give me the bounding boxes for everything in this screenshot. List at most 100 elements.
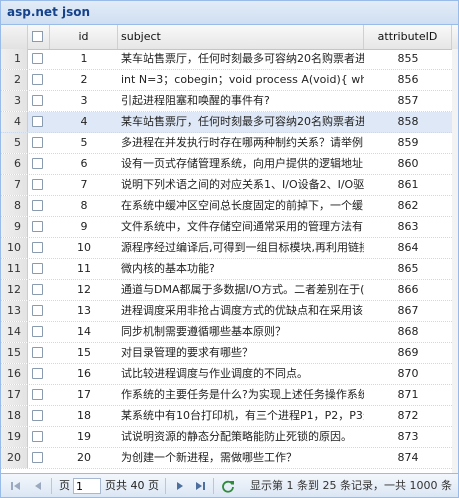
row-select-cell[interactable] — [28, 196, 50, 216]
table-row[interactable]: 16 16 试比较进程调度与作业调度的不同点。 870 — [1, 364, 458, 385]
row-number: 7 — [1, 175, 28, 195]
row-select-cell[interactable] — [28, 91, 50, 111]
row-checkbox[interactable] — [32, 95, 43, 106]
column-header-attributeid[interactable]: attributeID — [364, 25, 452, 49]
cell-id: 5 — [80, 136, 88, 149]
column-header-subject[interactable]: subject — [118, 25, 364, 49]
row-checkbox[interactable] — [32, 137, 43, 148]
row-number: 1 — [1, 49, 28, 69]
pager-separator — [51, 478, 52, 494]
row-checkbox[interactable] — [32, 368, 43, 379]
table-row[interactable]: 12 12 通道与DMA都属于多数据I/O方式。二者差别在于(866 — [1, 280, 458, 301]
row-select-cell[interactable] — [28, 154, 50, 174]
table-row[interactable]: 10 10 源程序经过编译后,可得到一组目标模块,再利用链接 864 — [1, 238, 458, 259]
select-all-header[interactable] — [28, 25, 50, 49]
table-row[interactable]: 19 19 试说明资源的静态分配策略能防止死锁的原因。 873 — [1, 427, 458, 448]
cell-attributeid: 860 — [397, 157, 419, 170]
table-row[interactable]: 3 3 引起进程阻塞和唤醒的事件有? 857 — [1, 91, 458, 112]
record-count-status: 显示第 1 条到 25 条记录，一共 1000 条 — [250, 479, 452, 492]
cell-subject: 说明下列术语之间的对应关系1、I/O设备2、I/O驱动 — [121, 178, 364, 191]
row-checkbox[interactable] — [32, 74, 43, 85]
cell-subject: int N=3；cobegin；void process A(void){ wh… — [121, 73, 364, 86]
row-select-cell[interactable] — [28, 238, 50, 258]
row-checkbox[interactable] — [32, 116, 43, 127]
row-checkbox[interactable] — [32, 200, 43, 211]
row-checkbox[interactable] — [32, 221, 43, 232]
table-row[interactable]: 4 4 某车站售票厅，任何时刻最多可容纳20名购票者进 858 — [1, 112, 458, 133]
row-checkbox[interactable] — [32, 179, 43, 190]
cell-attributeid: 856 — [397, 73, 419, 86]
cell-id: 8 — [80, 199, 88, 212]
table-row[interactable]: 9 9 文件系统中，文件存储空间通常采用的管理方法有 863 — [1, 217, 458, 238]
table-row[interactable]: 13 13 进程调度采用非抢占调度方式的优缺点和在采用该 867 — [1, 301, 458, 322]
cell-subject: 某车站售票厅，任何时刻最多可容纳20名购票者进 — [121, 115, 364, 128]
row-select-cell[interactable] — [28, 259, 50, 279]
cell-subject: 试比较进程调度与作业调度的不同点。 — [121, 367, 308, 380]
cell-id: 7 — [80, 178, 88, 191]
current-page-input[interactable] — [73, 478, 101, 494]
cell-id: 1 — [80, 52, 88, 65]
cell-subject: 同步机制需要遵循哪些基本原则？ — [121, 325, 286, 338]
cell-attributeid: 858 — [397, 115, 419, 128]
data-grid: id subject attributeID 1 1 某车站售票厅，任何时刻最多可容… — [1, 25, 458, 473]
row-checkbox[interactable] — [32, 410, 43, 421]
row-checkbox[interactable] — [32, 263, 43, 274]
table-row[interactable]: 17 17 作系统的主要任务是什么?为实现上述任务操作系统 871 — [1, 385, 458, 406]
row-select-cell[interactable] — [28, 133, 50, 153]
cell-subject: 对目录管理的要求有哪些？ — [121, 346, 253, 359]
row-checkbox[interactable] — [32, 158, 43, 169]
header-filler — [452, 25, 458, 49]
row-select-cell[interactable] — [28, 175, 50, 195]
cell-subject: 设有一页式存储管理系统，向用户提供的逻辑地址 — [121, 157, 363, 170]
row-select-cell[interactable] — [28, 49, 50, 69]
row-select-cell[interactable] — [28, 448, 50, 468]
table-row[interactable]: 5 5 多进程在并发执行时存在哪两种制约关系？请举例 859 — [1, 133, 458, 154]
cell-attributeid: 871 — [397, 388, 419, 401]
row-checkbox[interactable] — [32, 242, 43, 253]
row-select-cell[interactable] — [28, 322, 50, 342]
table-row[interactable]: 2 2 int N=3；cobegin；void process A(void){ … — [1, 70, 458, 91]
table-row[interactable]: 8 8 在系统中缓冲区空间总长度固定的前掉下，一个缓 862 — [1, 196, 458, 217]
row-select-cell[interactable] — [28, 112, 50, 132]
row-select-cell[interactable] — [28, 427, 50, 447]
row-checkbox[interactable] — [32, 284, 43, 295]
row-number: 20 — [1, 448, 28, 468]
cell-id: 11 — [77, 262, 91, 275]
table-row[interactable]: 18 18 某系统中有10台打印机，有三个进程P1，P2，P3分 872 — [1, 406, 458, 427]
previous-page-icon[interactable] — [31, 479, 45, 493]
row-checkbox[interactable] — [32, 305, 43, 316]
table-row[interactable]: 11 11 微内核的基本功能? 865 — [1, 259, 458, 280]
cell-subject: 源程序经过编译后,可得到一组目标模块,再利用链接 — [121, 241, 364, 254]
row-checkbox[interactable] — [32, 431, 43, 442]
cell-id: 18 — [77, 409, 91, 422]
row-checkbox[interactable] — [32, 347, 43, 358]
row-checkbox[interactable] — [32, 452, 43, 463]
row-select-cell[interactable] — [28, 406, 50, 426]
table-row[interactable]: 20 20 为创建一个新进程，需做哪些工作？ 874 — [1, 448, 458, 469]
row-select-cell[interactable] — [28, 385, 50, 405]
table-row[interactable]: 7 7 说明下列术语之间的对应关系1、I/O设备2、I/O驱动 861 — [1, 175, 458, 196]
table-row[interactable]: 14 14 同步机制需要遵循哪些基本原则？ 868 — [1, 322, 458, 343]
table-row[interactable]: 1 1 某车站售票厅，任何时刻最多可容纳20名购票者进 855 — [1, 49, 458, 70]
first-page-icon[interactable] — [9, 479, 23, 493]
column-header-id[interactable]: id — [50, 25, 118, 49]
row-checkbox[interactable] — [32, 53, 43, 64]
row-select-cell[interactable] — [28, 217, 50, 237]
cell-subject: 作系统的主要任务是什么?为实现上述任务操作系统 — [121, 388, 364, 401]
last-page-icon[interactable] — [193, 479, 207, 493]
row-checkbox[interactable] — [32, 389, 43, 400]
row-select-cell[interactable] — [28, 364, 50, 384]
row-select-cell[interactable] — [28, 301, 50, 321]
row-select-cell[interactable] — [28, 343, 50, 363]
row-checkbox[interactable] — [32, 326, 43, 337]
cell-attributeid: 861 — [397, 178, 419, 191]
vertical-scrollbar[interactable] — [452, 49, 458, 473]
refresh-icon[interactable] — [221, 479, 235, 493]
next-page-icon[interactable] — [173, 479, 187, 493]
table-row[interactable]: 6 6 设有一页式存储管理系统，向用户提供的逻辑地址 860 — [1, 154, 458, 175]
cell-id: 19 — [77, 430, 91, 443]
select-all-checkbox[interactable] — [32, 31, 43, 42]
row-select-cell[interactable] — [28, 70, 50, 90]
row-select-cell[interactable] — [28, 280, 50, 300]
table-row[interactable]: 15 15 对目录管理的要求有哪些？ 869 — [1, 343, 458, 364]
